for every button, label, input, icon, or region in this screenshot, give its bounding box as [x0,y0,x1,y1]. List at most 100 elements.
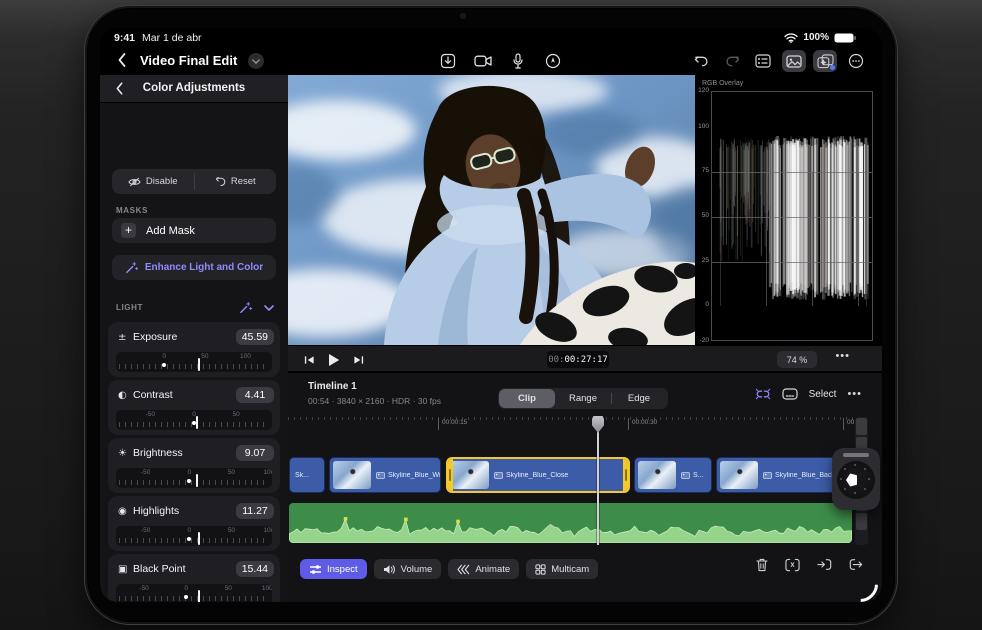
title-chevron-down-icon[interactable] [248,53,264,69]
date: Mar 1 de abr [142,32,202,44]
slider-cursor[interactable] [196,474,199,487]
slider-value[interactable]: 4.41 [236,387,274,403]
scope-gridline-v [858,172,859,307]
select-button[interactable]: Select [809,389,837,400]
scope-tick-label: 0 [705,301,709,309]
clip-skyline-blue-wide[interactable]: Skyline_Blue_Wide [329,457,441,493]
animate-button[interactable]: Animate [448,559,520,579]
browser-panel-icon[interactable] [751,50,775,72]
redo-icon[interactable] [720,50,744,72]
timeline-more-icon[interactable]: ••• [847,388,862,400]
slider-ruler[interactable]: -50 0 50 100 [116,468,272,488]
slider-ruler[interactable]: -50 0 50 100 [116,584,272,602]
audio-clip[interactable] [289,503,852,543]
plus-icon: + [121,223,136,238]
slider-zero-dot [187,537,192,541]
slider-ruler[interactable]: -50 0 50 100 [116,526,272,546]
jog-dot [844,487,847,490]
overwrite-clip-icon[interactable] [849,558,864,572]
split-clip-icon[interactable] [785,558,800,572]
viewer-more-icon[interactable]: ••• [835,350,850,362]
slider-value[interactable]: 15.44 [235,561,274,577]
slider-ruler[interactable]: 0 50 100 [116,352,272,372]
timecode-value: 00:27:17 [564,354,608,365]
clip-s-[interactable]: S... [634,457,712,493]
trim-handle-right[interactable] [623,459,628,491]
jog-dial[interactable] [837,461,875,499]
clip-photo-icon [763,471,772,479]
effects-browser-icon[interactable] [813,50,837,72]
scope-tick-label: 75 [701,167,709,175]
collapse-chevron-icon[interactable] [264,304,274,311]
slider-cursor[interactable] [197,590,200,602]
viewer-zoom-button[interactable]: 74 % [777,351,817,368]
play-icon[interactable] [328,353,340,367]
clip-sk-[interactable]: Sk... [289,457,325,493]
reset-label: Reset [230,176,256,187]
ruler-label: 00:00:45 [843,418,854,430]
slider-label: Exposure [133,331,178,343]
slider-ticks [119,364,269,369]
timecode-display[interactable]: 00: 00:27:17 [547,351,609,368]
front-camera [460,13,466,19]
clip-name: S... [693,471,704,479]
jog-grip-handle[interactable] [843,453,869,457]
import-media-icon[interactable] [438,51,458,71]
multicam-button[interactable]: Multicam [526,559,599,579]
snapping-icon[interactable] [755,388,771,400]
slider-cursor[interactable] [196,416,199,429]
rgb-overlay-scope: RGB Overlay 120 100 75 50 25 0 -20 [695,75,882,345]
disable-button[interactable]: Disable [112,169,194,194]
volume-icon [383,564,396,575]
inspect-icon [309,564,322,575]
slider-value[interactable]: 9.07 [236,445,274,461]
black-point-icon: ▣ [118,563,128,575]
jog-wheel-panel[interactable] [832,448,880,510]
volume-button[interactable]: Volume [373,559,442,579]
skip-forward-icon[interactable] [353,355,364,365]
mic-icon[interactable] [508,51,528,71]
trim-handle-left[interactable] [448,459,453,491]
tick-label: -50 [145,411,156,418]
scrollbar-segment[interactable] [856,418,867,435]
clip-thumbnail [638,461,676,489]
reset-button[interactable]: Reset [195,169,277,194]
back-chevron-icon[interactable] [118,53,126,67]
slider-cursor[interactable] [197,358,200,371]
undo-icon[interactable] [689,50,713,72]
timeline-ruler[interactable]: 00:00:15 00:00:30 00:00:45 [288,415,854,432]
media-browser-icon[interactable] [782,50,806,72]
slider-ruler[interactable]: -50 0 50 [116,410,272,430]
enhance-light-color-button[interactable]: Enhance Light and Color [112,255,276,280]
transport-bar: 00: 00:27:17 74 % ••• [288,345,882,372]
skip-back-icon[interactable] [304,355,315,365]
tool-label: Inspect [327,563,358,575]
slider-value[interactable]: 45.59 [235,329,274,345]
jog-dot [863,468,866,471]
auto-enhance-wand-icon[interactable] [239,301,252,314]
inspect-button[interactable]: Inspect [300,559,367,579]
more-options-icon[interactable] [844,50,868,72]
preview-video[interactable] [288,75,695,345]
mode-edge[interactable]: Edge [611,389,667,408]
clip-skyline-blue-close[interactable]: Skyline_Blue_Close [446,457,630,493]
tick-label: 100 [240,353,251,360]
scrollbar-segment[interactable] [856,513,867,530]
slider-value[interactable]: 11.27 [236,503,274,519]
mode-clip[interactable]: Clip [499,389,555,408]
scope-edge-line [866,140,867,307]
camera-icon[interactable] [473,51,493,71]
clip-thumbnail [451,461,489,489]
enhance-label: Enhance Light and Color [144,262,264,273]
slider-ticks [119,596,269,601]
scope-title: RGB Overlay [702,80,744,87]
insert-clip-icon[interactable] [817,558,832,572]
project-title[interactable]: Video Final Edit [140,53,237,68]
pencil-tool-icon[interactable] [543,51,563,71]
mode-range[interactable]: Range [555,389,611,408]
clip-range-icon[interactable] [782,388,798,400]
slider-label: Brightness [133,447,183,459]
add-mask-button[interactable]: + Add Mask [112,218,276,243]
slider-cursor[interactable] [197,532,200,545]
delete-icon[interactable] [756,558,768,572]
